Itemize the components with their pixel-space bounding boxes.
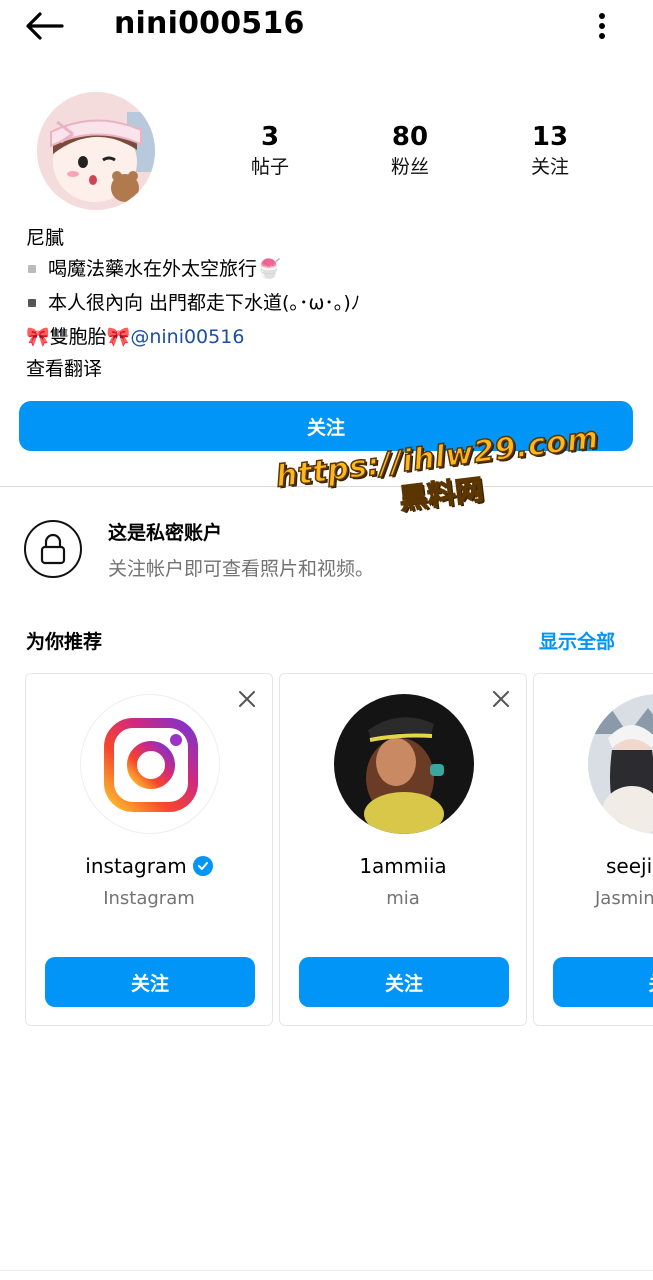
following-count: 13 [531,122,569,152]
suggestion-username-text: instagram [85,854,187,878]
suggestion-avatar[interactable] [588,694,653,834]
profile-stats: 3 帖子 80 粉丝 13 关注 [200,120,620,190]
more-options-button[interactable] [588,8,616,44]
user-photo-icon [334,694,474,834]
bio-line-1: 喝魔法藥水在外太空旅行🍧 [26,252,626,286]
bio-line-3-text: 🎀雙胞胎🎀 [26,326,131,348]
profile-display-name: 尼膩 [26,227,65,249]
posts-count: 3 [260,122,280,152]
lock-icon [40,533,66,565]
user-photo-icon [588,694,653,834]
followers-label: 粉丝 [390,156,429,178]
dismiss-button[interactable] [488,686,514,712]
divider [0,486,653,487]
back-button[interactable] [22,8,66,44]
instagram-logo-icon [104,718,198,812]
bullet-icon [28,299,36,307]
see-translation-link[interactable]: 查看翻译 [26,354,626,384]
suggestion-username[interactable]: instagram [26,854,272,878]
suggestion-fullname: Jasmin [595,888,653,909]
top-bar: nini000516 [0,0,653,56]
posts-label: 帖子 [250,156,289,178]
bio-line-3: 🎀雙胞胎🎀 @nini00516 [26,320,626,354]
close-icon [239,691,255,707]
dismiss-button[interactable] [234,686,260,712]
followers-count: 80 [391,122,429,152]
profile-avatar[interactable] [37,92,155,210]
profile-username: nini000516 [114,6,305,41]
bullet-icon [28,265,36,273]
arrow-left-icon [26,12,64,40]
more-vertical-icon [599,13,605,39]
private-account-subtitle: 关注帐户即可查看照片和视频。 [108,558,375,580]
suggestion-username[interactable]: 1ammiia [280,854,526,878]
lock-circle [24,520,82,578]
suggestion-username[interactable]: seeji [606,854,653,878]
close-icon [493,691,509,707]
bio-line-1-text: 喝魔法藥水在外太空旅行🍧 [48,258,281,280]
bottom-divider [0,1270,653,1271]
following-label: 关注 [530,156,569,178]
suggestion-follow-button[interactable]: 关注 [45,957,255,1007]
suggestion-follow-button[interactable]: 关 [553,957,653,1007]
bio-line-2-text: 本人很內向 出門都走下水道(｡･ω･｡)ﾉ [48,292,361,314]
suggestion-card[interactable]: instagram Instagram 关注 [25,673,273,1026]
bio-line-2: 本人很內向 出門都走下水道(｡･ω･｡)ﾉ [26,286,626,320]
suggestions-title: 为你推荐 [26,631,103,653]
suggestion-follow-button[interactable]: 关注 [299,957,509,1007]
suggestion-fullname: mia [386,888,420,909]
stat-followers[interactable]: 80 粉丝 [340,120,480,190]
avatar-illustration [37,92,155,210]
profile-bio: 尼膩 喝魔法藥水在外太空旅行🍧 本人很內向 出門都走下水道(｡･ω･｡)ﾉ 🎀雙… [26,224,626,384]
suggestion-card[interactable]: 1ammiia mia 关注 [279,673,527,1026]
suggestion-avatar[interactable] [80,694,220,834]
private-account-title: 这是私密账户 [108,522,223,544]
bio-mention-link[interactable]: @nini00516 [130,320,244,354]
stat-posts[interactable]: 3 帖子 [200,120,340,190]
verified-badge-icon [192,856,213,876]
suggestion-avatar[interactable] [334,694,474,834]
show-all-link[interactable]: 显示全部 [539,627,615,654]
suggestion-card[interactable]: seeji Jasmin 关 [533,673,653,1026]
follow-button[interactable]: 关注 [19,401,633,451]
stat-following[interactable]: 13 关注 [480,120,620,190]
suggestion-fullname: Instagram [103,888,195,909]
